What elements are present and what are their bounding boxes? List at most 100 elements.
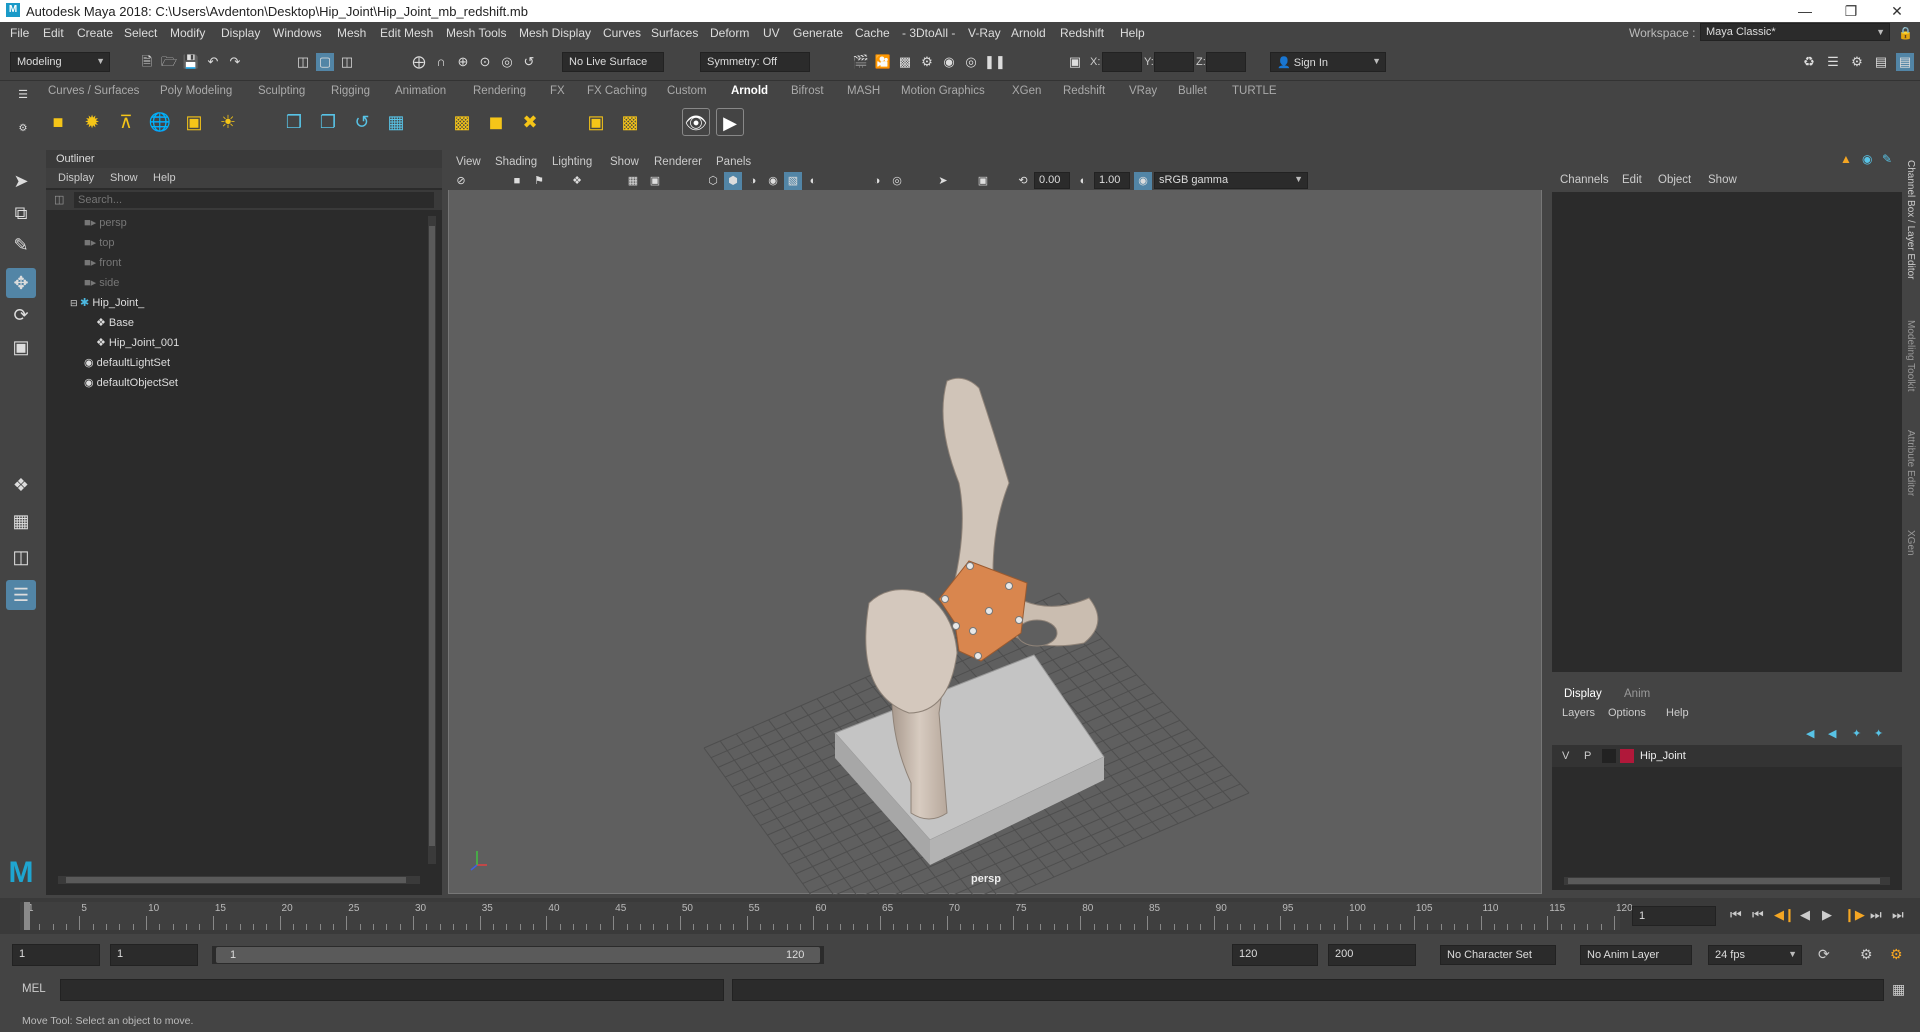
current-frame-field[interactable]: 1 xyxy=(1632,906,1716,926)
shelf-tab-sculpting[interactable]: Sculpting xyxy=(258,85,305,97)
license-manager-icon[interactable]: ▩ xyxy=(616,108,644,136)
sign-in-button[interactable]: 👤 Sign In ▼ xyxy=(1270,52,1386,72)
tab-modeling-toolkit[interactable]: Modeling Toolkit xyxy=(1905,320,1916,392)
channelbox-menu-object[interactable]: Object xyxy=(1658,174,1691,186)
layer-playback-toggle[interactable]: P xyxy=(1584,750,1591,762)
transform-mode-icon[interactable]: ▣ xyxy=(1066,53,1084,71)
menuset-select[interactable]: Modeling ▼ xyxy=(10,52,110,72)
viewport-menu-panels[interactable]: Panels xyxy=(716,156,751,168)
layer-tab-anim[interactable]: Anim xyxy=(1624,688,1650,700)
shelf-tab-motion-graphics[interactable]: Motion Graphics xyxy=(901,85,985,97)
select-tool-icon[interactable]: ➤ xyxy=(6,166,36,196)
area-light-icon[interactable]: ■ xyxy=(44,108,72,136)
modeling-toolkit-icon[interactable]: ♻ xyxy=(1800,53,1818,71)
cmdline-input[interactable] xyxy=(60,979,724,1001)
channel-box-icon[interactable]: ▤ xyxy=(1872,53,1890,71)
outliner-menu-help[interactable]: Help xyxy=(153,172,176,184)
range-slider[interactable]: 1 120 xyxy=(212,946,824,964)
loop-icon[interactable]: ⟳ xyxy=(1818,946,1830,963)
snap-surface-icon[interactable]: ◎ xyxy=(498,53,516,71)
curve-collector-icon[interactable]: ↺ xyxy=(348,108,376,136)
playback-end-field[interactable]: 120 xyxy=(1232,944,1318,966)
collapse-icon[interactable]: ⊟ xyxy=(70,298,80,308)
layer-editor-icon[interactable]: ▤ xyxy=(1896,53,1914,71)
range-slider-handle[interactable]: 1 120 xyxy=(216,947,820,963)
outliner-layout-icon[interactable]: ☰ xyxy=(6,580,36,610)
paint-select-icon[interactable]: ✎ xyxy=(6,230,36,260)
menu-3dtoall[interactable]: - 3DtoAll - xyxy=(902,26,955,40)
close-button[interactable]: ✕ xyxy=(1874,0,1920,22)
step-back-frame-icon[interactable]: ◀❙ xyxy=(1774,907,1795,923)
outliner-item-hip-joint[interactable]: ⊟ ✱ Hip_Joint_ xyxy=(70,294,144,312)
render-frame-icon[interactable]: 🎦 xyxy=(874,53,892,71)
four-view-icon[interactable]: ▦ xyxy=(6,506,36,536)
outliner-menu-display[interactable]: Display xyxy=(58,172,94,184)
scene-start-field[interactable]: 1 xyxy=(12,944,100,966)
open-scene-icon[interactable]: 🗁 xyxy=(160,53,178,71)
shelf-tab-vray[interactable]: VRay xyxy=(1129,85,1157,97)
play-backwards-icon[interactable]: ◀ xyxy=(1800,907,1810,923)
live-surface-field[interactable]: No Live Surface xyxy=(562,52,664,72)
shelf-tab-redshift[interactable]: Redshift xyxy=(1063,85,1105,97)
move-layer-up-icon[interactable]: ◀ xyxy=(1806,727,1814,740)
time-ruler[interactable]: 1 5 10 15 20 25 30 35 40 45 50 55 60 65 70 75 80 85 90 95 10… xyxy=(20,902,1633,930)
exposure-field[interactable]: 0.00 xyxy=(1034,172,1070,189)
outliner-hscrollbar[interactable] xyxy=(58,876,420,884)
select-hierarchy-icon[interactable]: ◫ xyxy=(294,53,312,71)
fps-select[interactable]: 24 fps ▼ xyxy=(1708,945,1802,965)
viewport-menu-shading[interactable]: Shading xyxy=(495,156,537,168)
viewport-menu-view[interactable]: View xyxy=(456,156,481,168)
shelf-tab-arnold[interactable]: Arnold xyxy=(731,85,768,97)
outliner-item-persp[interactable]: ■▸ persp xyxy=(84,214,127,232)
outliner-item-default-object-set[interactable]: ◉ defaultObjectSet xyxy=(84,374,178,392)
step-forward-key-icon[interactable]: ⏭ xyxy=(1870,907,1882,923)
snap-curve-icon[interactable]: ∩ xyxy=(432,53,450,71)
viewport-menu-show[interactable]: Show xyxy=(610,156,639,168)
grid-toggle-icon[interactable]: ▦ xyxy=(624,172,642,190)
maximize-button[interactable]: ❐ xyxy=(1828,0,1874,22)
menu-file[interactable]: File xyxy=(10,26,29,40)
menu-surfaces[interactable]: Surfaces xyxy=(651,26,698,40)
ipr-render-icon[interactable]: ▩ xyxy=(896,53,914,71)
move-layer-down-icon[interactable]: ◀ xyxy=(1828,727,1836,740)
scene-end-field[interactable]: 200 xyxy=(1328,944,1416,966)
outliner-item-hip-joint-001[interactable]: ❖ Hip_Joint_001 xyxy=(96,334,179,352)
menu-deform[interactable]: Deform xyxy=(710,26,749,40)
shelf-tab-animation[interactable]: Animation xyxy=(395,85,446,97)
new-layer-selected-icon[interactable]: ✦ xyxy=(1874,727,1883,740)
exposure-icon[interactable]: ⟲ xyxy=(1014,172,1032,190)
shelf-tab-bifrost[interactable]: Bifrost xyxy=(791,85,824,97)
shelf-tab-fx[interactable]: FX xyxy=(550,85,565,97)
workspace-select[interactable]: Maya Classic* ▼ xyxy=(1700,23,1890,41)
layer-color-swatch[interactable] xyxy=(1620,749,1634,763)
shelf-tab-mash[interactable]: MASH xyxy=(847,85,880,97)
render-view-icon[interactable]: 🎬 xyxy=(852,53,870,71)
select-component-icon[interactable]: ◫ xyxy=(338,53,356,71)
outliner-menu-show[interactable]: Show xyxy=(110,172,138,184)
color-management-icon[interactable]: ◉ xyxy=(1134,172,1152,190)
outliner-vscrollbar[interactable] xyxy=(428,216,436,864)
channelbox-menu-channels[interactable]: Channels xyxy=(1560,174,1609,186)
layer-menu-layers[interactable]: Layers xyxy=(1562,707,1595,719)
standin-icon[interactable]: ❒ xyxy=(280,108,308,136)
volume-icon[interactable]: ▦ xyxy=(382,108,410,136)
menu-mesh-tools[interactable]: Mesh Tools xyxy=(446,26,506,40)
playback-start-field[interactable]: 1 xyxy=(110,944,198,966)
shelf-tab-custom[interactable]: Custom xyxy=(667,85,707,97)
time-slider[interactable]: 1 5 10 15 20 25 30 35 40 45 50 55 60 65 70 75 80 85 90 95 10… xyxy=(0,898,1920,934)
menu-display[interactable]: Display xyxy=(221,26,260,40)
channelbox-edit-icon[interactable]: ✎ xyxy=(1882,152,1892,166)
render-view-eye-icon[interactable]: 👁 xyxy=(682,108,710,136)
channelbox-pin-icon[interactable]: ▲ xyxy=(1840,152,1852,166)
two-view-icon[interactable]: ◫ xyxy=(6,542,36,572)
layer-tab-display[interactable]: Display xyxy=(1564,688,1602,700)
flush-texture-icon[interactable]: ◼ xyxy=(482,108,510,136)
menu-arnold[interactable]: Arnold xyxy=(1011,26,1046,40)
cmdline-language[interactable]: MEL xyxy=(22,983,46,995)
snap-point-icon[interactable]: ⊕ xyxy=(454,53,472,71)
layer-row[interactable]: V P Hip_Joint xyxy=(1552,745,1902,767)
menu-mesh-display[interactable]: Mesh Display xyxy=(519,26,591,40)
symmetry-select[interactable]: Symmetry: Off xyxy=(700,52,810,72)
outliner-item-top[interactable]: ■▸ top xyxy=(84,234,115,252)
pause-icon[interactable]: ❚❚ xyxy=(984,53,1006,71)
